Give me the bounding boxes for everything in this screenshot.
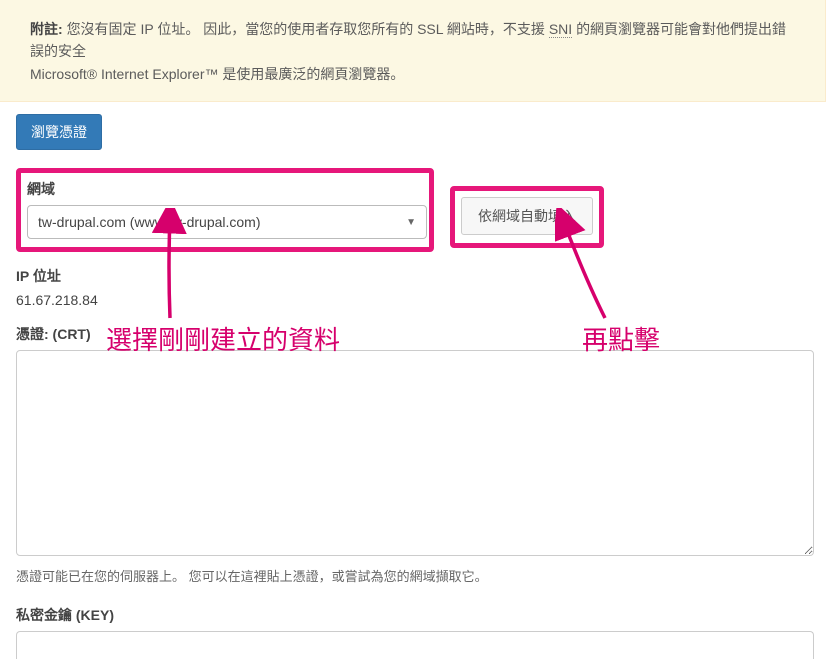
- cert-label: 憑證: (CRT): [16, 324, 810, 344]
- cert-textarea[interactable]: [16, 350, 814, 556]
- domain-select[interactable]: tw-drupal.com (www.tw-drupal.com) ▼: [27, 205, 427, 239]
- ip-label: IP 位址: [16, 266, 810, 286]
- key-textarea[interactable]: [16, 631, 814, 659]
- highlight-autofill-box: 依網域自動填入: [450, 186, 604, 248]
- content-area: 瀏覽憑證 網域 tw-drupal.com (www.tw-drupal.com…: [0, 102, 826, 671]
- ip-value: 61.67.218.84: [16, 292, 810, 308]
- notice-text-1a: 您沒有固定 IP 位址。 因此，當您的使用者存取您所有的 SSL 網站時，不支援: [67, 21, 549, 37]
- autofill-by-domain-button[interactable]: 依網域自動填入: [461, 197, 593, 235]
- domain-label: 網域: [27, 179, 423, 199]
- notice-sni: SNI: [549, 21, 572, 38]
- cert-block: 憑證: (CRT) 憑證可能已在您的伺服器上。 您可以在這裡貼上憑證，或嘗試為您…: [16, 324, 810, 585]
- cert-help-text: 憑證可能已在您的伺服器上。 您可以在這裡貼上憑證，或嘗試為您的網域擷取它。: [16, 566, 810, 585]
- notice-prefix: 附註:: [30, 21, 63, 37]
- notice-text-2: Microsoft® Internet Explorer™ 是使用最廣泛的網頁瀏…: [30, 66, 404, 82]
- notice-box: 附註: 您沒有固定 IP 位址。 因此，當您的使用者存取您所有的 SSL 網站時…: [0, 0, 826, 102]
- ip-block: IP 位址 61.67.218.84: [16, 266, 810, 308]
- key-block: 私密金鑰 (KEY): [16, 605, 810, 659]
- key-label: 私密金鑰 (KEY): [16, 605, 810, 625]
- highlight-domain-box: 網域 tw-drupal.com (www.tw-drupal.com) ▼: [16, 168, 434, 252]
- domain-selected-value: tw-drupal.com (www.tw-drupal.com): [38, 214, 261, 230]
- browse-cert-button[interactable]: 瀏覽憑證: [16, 114, 102, 150]
- chevron-down-icon: ▼: [406, 217, 416, 228]
- domain-row: 網域 tw-drupal.com (www.tw-drupal.com) ▼ 依…: [16, 168, 810, 252]
